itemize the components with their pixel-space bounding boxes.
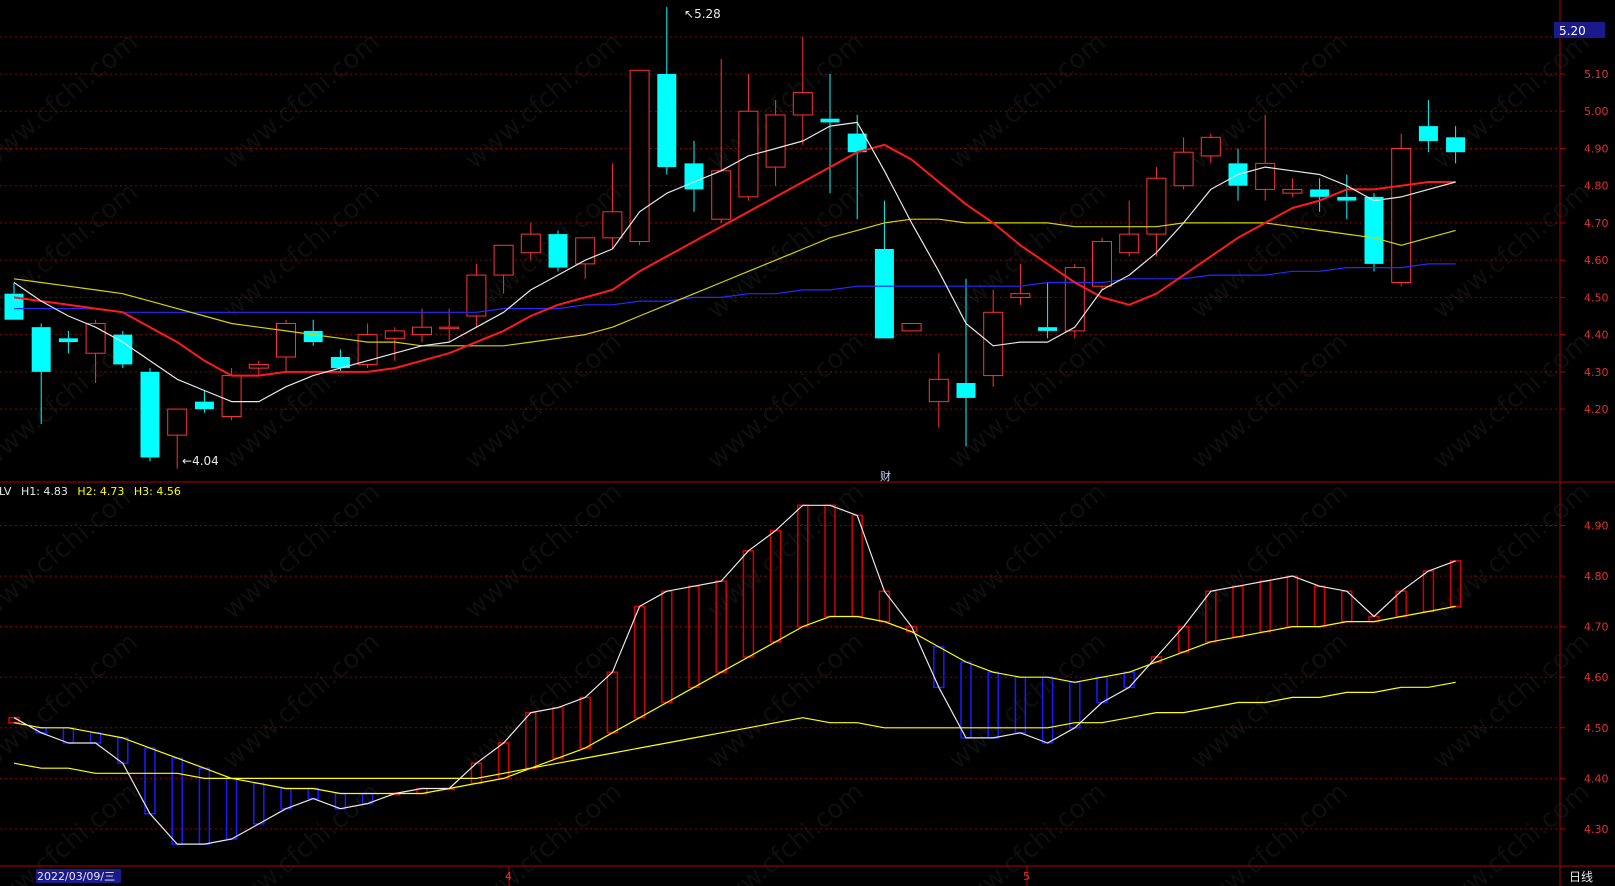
candlestick (629, 69, 650, 246)
price-tick-label: 4.50 (1584, 291, 1609, 304)
current-price-label: 5.20 (1559, 24, 1586, 38)
low-price-marker: ←4.04 (182, 454, 219, 468)
candle-body-up (928, 378, 949, 403)
candlestick (1391, 133, 1412, 287)
month-label-april: 4 (505, 870, 512, 883)
candle-body-up (221, 375, 242, 418)
legend-h1: H1: 4.83 (21, 485, 68, 498)
price-tick-label: 4.40 (1584, 329, 1609, 342)
candle-body-up (1391, 147, 1412, 284)
low-price-value: 4.04 (192, 454, 219, 468)
candle-body-up (792, 92, 813, 116)
high-price-marker: ↖5.28 (684, 7, 721, 21)
candle-body-down (956, 383, 976, 398)
candle-body-down (1446, 137, 1466, 153)
high-price-value: 5.28 (694, 7, 721, 21)
candle-body-down (820, 118, 840, 123)
period-daily-label[interactable]: 日线 (1569, 870, 1593, 884)
candle-body-down (684, 163, 704, 190)
indicator-tick-label: 4.50 (1584, 722, 1609, 735)
candle-body-up (901, 322, 922, 332)
candle-body-up (493, 244, 514, 276)
stock-chart[interactable]: www.cfchi.comwww.cfchi.comwww.cfchi.comw… (0, 0, 1615, 886)
candle-body-down (31, 327, 51, 372)
price-tick-label: 4.70 (1584, 217, 1609, 230)
indicator-tick-label: 4.80 (1584, 570, 1609, 583)
indicator-tick-label: 4.40 (1584, 772, 1609, 785)
candle-body-up (1092, 241, 1112, 287)
candle-body-up (1282, 188, 1303, 194)
candle-body-up (357, 334, 378, 365)
candle-body-up (439, 326, 460, 330)
start-date-label: 2022/03/09/三 (37, 870, 115, 883)
month-label-may: 5 (1023, 870, 1030, 883)
candle-body-up (602, 211, 623, 239)
candle-body-up (1010, 293, 1031, 298)
indicator-name: LV (0, 485, 12, 498)
candle-body-down (1038, 327, 1058, 331)
candlestick (548, 230, 568, 272)
candle-body-up (765, 114, 786, 168)
indicator-legend: LV H1: 4.83 H2: 4.73 H3: 4.56 (0, 485, 181, 498)
candle-body-down (140, 371, 160, 458)
price-tick-label: 5.00 (1584, 105, 1609, 118)
candle-body-up (248, 363, 269, 369)
candle-body-down (1337, 196, 1357, 201)
candle-body-down (1418, 126, 1438, 142)
candle-body-up (629, 69, 650, 243)
price-tick-label: 5.10 (1584, 68, 1609, 81)
candle-body-down (58, 338, 78, 343)
candle-body-down (657, 74, 677, 168)
candlestick (140, 368, 160, 462)
indicator-tick-label: 4.60 (1584, 671, 1609, 684)
candle-body-down (303, 330, 323, 343)
candle-body-up (384, 330, 405, 339)
candle-body-up (412, 326, 432, 336)
price-tick-label: 4.80 (1584, 180, 1609, 193)
indicator-tick-label: 4.70 (1584, 621, 1609, 634)
price-tick-label: 4.90 (1584, 142, 1609, 155)
candle-body-up (711, 170, 732, 220)
candlestick (901, 322, 922, 332)
candle-body-down (1310, 189, 1330, 197)
candle-body-up (1173, 151, 1194, 187)
candle-body-down (194, 401, 214, 410)
financial-report-marker[interactable]: 财 (880, 469, 891, 483)
price-tick-label: 4.30 (1584, 366, 1609, 379)
candle-body-up (520, 233, 541, 254)
candle-body-up (1200, 136, 1221, 157)
candlestick (1364, 193, 1384, 272)
candle-body-up (167, 408, 188, 436)
price-tick-label: 4.20 (1584, 403, 1609, 416)
candle-body-up (276, 322, 296, 358)
indicator-tick-label: 4.30 (1584, 823, 1609, 836)
indicator-tick-label: 4.90 (1584, 520, 1609, 533)
legend-h3: H3: 4.56 (134, 485, 181, 498)
price-tick-label: 4.60 (1584, 254, 1609, 267)
candle-body-up (1119, 233, 1140, 254)
candle-body-up (85, 322, 106, 354)
candle-body-down (1364, 196, 1384, 264)
candle-body-down (874, 248, 894, 339)
candle-body-down (548, 234, 568, 268)
candle-body-up (983, 311, 1004, 377)
candle-body-up (466, 274, 487, 317)
legend-h2: H2: 4.73 (77, 485, 124, 498)
candlestick (113, 330, 133, 369)
